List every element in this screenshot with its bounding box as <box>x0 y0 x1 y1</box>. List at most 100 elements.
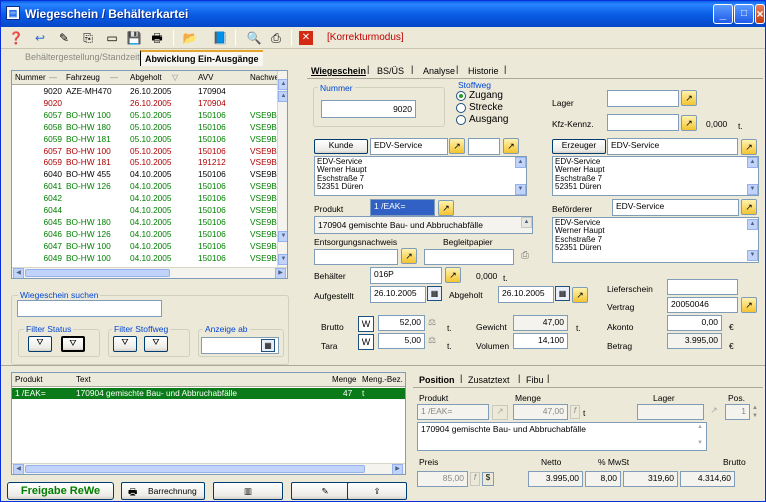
entsorgung-lookup-icon[interactable]: ↗ <box>401 248 417 264</box>
wiegeschein-list[interactable]: Nummer — Fahrzeug — Abgeholt ▽ AVV Nachw… <box>11 70 288 279</box>
begleit-input[interactable] <box>424 249 514 265</box>
col-fahrzeug[interactable]: Fahrzeug <box>66 73 100 82</box>
col-abgeholt[interactable]: Abgeholt <box>130 73 162 82</box>
delete-icon[interactable]: ✕ <box>299 31 313 45</box>
scroll-down-icon[interactable]: ▼ <box>747 184 758 195</box>
pos-text[interactable]: 170904 gemischte Bau- und Abbruchabfälle <box>417 422 707 451</box>
volumen-input[interactable]: 14,100 <box>513 333 568 349</box>
table-row[interactable]: 6049 BO-HW 100 04.10.2005 150106 VSE9B05 <box>12 253 286 264</box>
copy-icon[interactable]: ⎘ <box>79 29 97 47</box>
print-preview-icon[interactable]: ⎙ <box>267 29 285 47</box>
table-row[interactable]: 6057 BO-HW 100 05.10.2005 150106 VSE9B05 <box>12 110 286 121</box>
table-row[interactable]: 9020 AZE-MH470 26.10.2005 170904 <box>12 86 277 97</box>
barrechnung-button[interactable]: 🖶 Barrechnung <box>121 482 205 500</box>
tara-input[interactable]: 5,00 <box>378 333 425 349</box>
tab-wiegeschein[interactable]: Wiegeschein <box>311 66 366 76</box>
befoerderer-lookup-icon[interactable]: ↗ <box>741 199 757 215</box>
scroll-down-icon[interactable]: ▼ <box>515 184 526 195</box>
lager-input[interactable] <box>607 90 679 107</box>
save-icon[interactable]: 💾 <box>125 29 143 47</box>
calendar-icon[interactable]: ▦ <box>427 286 442 301</box>
tab-position[interactable]: Position <box>419 375 455 385</box>
kunde-extra-lookup-icon[interactable]: ↗ <box>503 138 519 154</box>
pos-spinner-icon[interactable]: ▲ ▼ <box>751 404 759 420</box>
scroll-left-icon[interactable]: ◀ <box>13 464 24 474</box>
filter-status-button-2[interactable]: ⛛ <box>61 336 85 352</box>
aufgestellt-input[interactable]: 26.10.2005 <box>370 286 426 303</box>
list-vscroll[interactable]: ▲ ▲ ▼ ▼ <box>277 71 287 267</box>
tab-behaeltergestellung[interactable]: Behältergestellung/Standzeiten <box>21 50 154 66</box>
scale-icon[interactable]: ⚖ <box>428 317 436 328</box>
kfz-input[interactable] <box>607 114 679 131</box>
table-row[interactable]: 9020 26.10.2005 170904 <box>12 98 277 109</box>
scroll-thumb[interactable] <box>25 269 170 277</box>
lieferschein-input[interactable] <box>667 279 738 295</box>
befoerderer-name-input[interactable]: EDV-Service <box>612 199 739 216</box>
back-icon[interactable]: ↩ <box>31 29 49 47</box>
pos-lager-input[interactable] <box>637 404 704 420</box>
erzeuger-button[interactable]: Erzeuger <box>552 139 606 154</box>
table-row[interactable]: 6042 04.10.2005 150106 VSE9B05 <box>12 193 286 204</box>
scroll-up-icon[interactable]: ▲ <box>515 157 526 168</box>
scroll-left-icon[interactable]: ◀ <box>13 268 24 278</box>
behaelter-input[interactable]: 016P <box>370 267 442 284</box>
nummer-input[interactable]: 9020 <box>321 100 416 118</box>
document-button[interactable]: ▥ <box>213 482 283 500</box>
col-avv[interactable]: AVV <box>198 73 213 82</box>
scroll-thumb[interactable] <box>25 465 365 473</box>
table-row[interactable]: 6045 BO-HW 180 04.10.2005 150106 VSE9B05 <box>12 217 286 228</box>
scroll-up-icon[interactable]: ▲ <box>747 157 758 168</box>
tab-bs-us[interactable]: BS/ÜS <box>377 66 404 76</box>
col-nummer[interactable]: Nummer <box>15 73 46 82</box>
filter-status-button-1[interactable]: ⛛ <box>28 336 52 352</box>
tab-analyse[interactable]: Analyse <box>423 66 455 76</box>
behaelter-lookup-icon[interactable]: ↗ <box>445 267 461 283</box>
scroll-down-icon[interactable]: ▼ <box>697 440 703 446</box>
tara-weigh-button[interactable]: W <box>358 334 374 350</box>
pos-lager-lookup-icon[interactable]: ↗ <box>707 405 721 420</box>
new-icon[interactable]: ▭ <box>103 29 121 47</box>
title-bar[interactable]: ▤ Wiegeschein / Behälterkartei _ □ × <box>1 1 765 27</box>
table-row[interactable]: 6046 BO-HW 126 04.10.2005 150106 VSE9B05 <box>12 229 286 240</box>
radio-zugang[interactable] <box>456 91 466 101</box>
table-row[interactable]: 6041 BO-HW 126 04.10.2005 150106 VSE9B05 <box>12 181 286 192</box>
edit-icon[interactable]: ✎ <box>55 29 73 47</box>
abgeholt-input[interactable]: 26.10.2005 <box>498 286 554 303</box>
table-row[interactable]: 6057 BO-HW 100 05.10.2005 150106 VSE9B05 <box>12 146 286 157</box>
help-icon[interactable]: ❓ <box>7 29 25 47</box>
brutto-input[interactable]: 52,00 <box>378 315 425 331</box>
print-icon[interactable]: ⎙ <box>517 250 533 265</box>
scroll-right-icon[interactable]: ▶ <box>275 268 286 278</box>
table-row[interactable]: 6059 BO-HW 181 05.10.2005 191212 VSE9B05 <box>12 157 286 168</box>
export-button[interactable]: ⇪ <box>347 482 407 500</box>
tab-abwicklung[interactable]: Abwicklung Ein-Ausgänge <box>140 50 263 66</box>
col-text[interactable]: Text <box>76 375 91 384</box>
close-button[interactable]: × <box>755 4 765 24</box>
col-produkt[interactable]: Produkt <box>15 375 43 384</box>
col-meng-bez[interactable]: Meng.-Bez. <box>362 375 403 384</box>
preis-currency-button[interactable]: $ <box>482 472 494 486</box>
scroll-down-icon[interactable]: ▼ <box>278 231 287 242</box>
scroll-right-icon[interactable]: ▶ <box>392 464 403 474</box>
scroll-up-icon[interactable]: ▲ <box>747 219 758 230</box>
table-row[interactable]: 6047 BO-HW 100 04.10.2005 150106 VSE9B05 <box>12 241 286 252</box>
pos-produkt-lookup-icon[interactable]: ↗ <box>492 405 508 420</box>
filter-stoffweg-button-2[interactable]: ⛛ <box>144 336 168 352</box>
scroll-up-icon[interactable]: ▲ <box>521 217 532 228</box>
table-row[interactable]: 6040 BO-HW 455 04.10.2005 150106 VSE9B05 <box>12 169 286 180</box>
calendar-icon[interactable]: ▦ <box>261 339 275 352</box>
scroll-up-icon[interactable]: ▲ <box>278 91 287 102</box>
vertrag-lookup-icon[interactable]: ↗ <box>741 297 757 313</box>
col-menge[interactable]: Menge <box>332 375 356 384</box>
kunde-extra-input[interactable] <box>468 138 500 155</box>
brutto-weigh-button[interactable]: W <box>358 316 374 332</box>
lager-lookup-icon[interactable]: ↗ <box>681 90 697 106</box>
folder-icon[interactable]: 📂 <box>181 29 199 47</box>
kunde-name-input[interactable]: EDV-Service <box>370 138 448 155</box>
radio-strecke[interactable] <box>456 103 466 113</box>
tab-zusatztext[interactable]: Zusatztext <box>468 375 510 385</box>
table-row[interactable]: 6059 BO-HW 181 05.10.2005 150106 VSE9B05 <box>12 134 286 145</box>
produkt-lookup-icon[interactable]: ↗ <box>438 200 454 216</box>
book-icon[interactable]: 📘 <box>211 29 229 47</box>
filter-stoffweg-button-1[interactable]: ⛛ <box>113 336 137 352</box>
